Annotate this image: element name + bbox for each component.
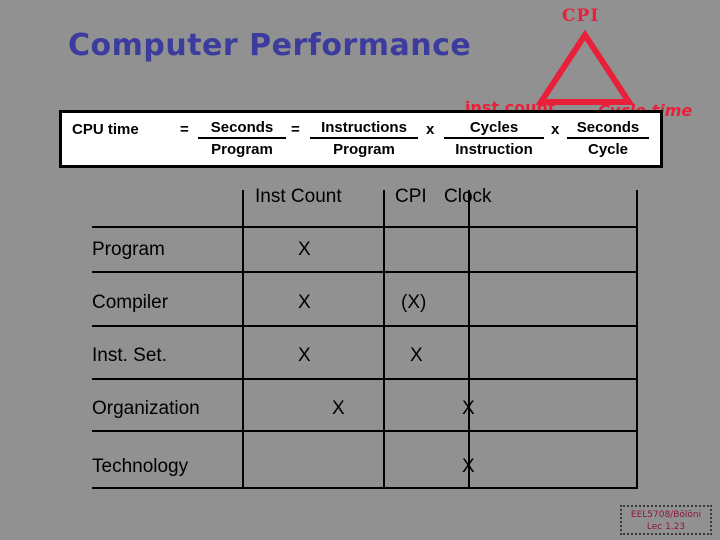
table-column-divider (468, 190, 470, 487)
footer-course-line: EEL5708/Bölöni (630, 510, 702, 520)
formula-equals-2: = (291, 121, 300, 138)
footer-lecture-line: Lec 1.23 (646, 522, 686, 532)
table-row-label-compiler: Compiler (92, 292, 169, 313)
formula-term2-numerator: Instructions (310, 119, 418, 139)
formula-term3-numerator: Cycles (444, 119, 544, 139)
cpi-apex-label: CPI (562, 6, 600, 26)
formula-term-instructions-per-program: Instructions Program (310, 119, 418, 158)
table-cell-compiler-cpi: (X) (401, 292, 427, 313)
table-rule (92, 271, 638, 273)
table-row-label-program: Program (92, 239, 165, 260)
formula-term-seconds-per-program: Seconds Program (198, 119, 286, 158)
factors-matrix: Inst Count CPI Clock Program X Compiler … (92, 182, 638, 489)
formula-term3-denominator: Instruction (455, 141, 533, 158)
table-rule (92, 378, 638, 380)
formula-times-2: x (551, 121, 560, 138)
table-column-divider (242, 190, 244, 487)
table-cell-inst-set-cpi: X (410, 345, 423, 366)
formula-equals-1: = (180, 121, 189, 138)
cpi-annotation-group: CPI inst count Cycle time (455, 2, 720, 122)
formula-times-1: x (426, 121, 435, 138)
table-cell-inst-set-inst-count: X (298, 345, 311, 366)
formula-term4-numerator: Seconds (567, 119, 649, 139)
cpu-time-formula-box: CPU time = Seconds Program = Instruction… (59, 110, 663, 168)
formula-term-seconds-per-cycle: Seconds Cycle (567, 119, 649, 158)
footer-stamp: EEL5708/Bölöni Lec 1.23 (620, 505, 712, 535)
table-row-label-inst-set: Inst. Set. (92, 345, 167, 366)
table-rule (92, 226, 638, 228)
table-column-divider (383, 190, 385, 487)
table-rule (92, 430, 638, 432)
formula-term2-denominator: Program (333, 141, 395, 158)
slide-canvas: Computer Performance CPI inst count Cycl… (0, 0, 720, 540)
table-column-header-inst-count: Inst Count (255, 186, 342, 207)
table-right-border (636, 190, 638, 487)
table-column-header-clock: Clock (444, 186, 492, 207)
table-rule (92, 487, 638, 489)
table-cell-compiler-inst-count: X (298, 292, 311, 313)
table-rule (92, 325, 638, 327)
table-column-header-cpi: CPI (395, 186, 427, 207)
formula-term1-denominator: Program (211, 141, 273, 158)
table-row-label-technology: Technology (92, 456, 189, 477)
formula-term-cycles-per-instruction: Cycles Instruction (444, 119, 544, 158)
triangle-icon (535, 30, 635, 105)
page-title: Computer Performance (68, 28, 472, 63)
table-row-label-organization: Organization (92, 398, 200, 419)
table-cell-program-inst-count: X (298, 239, 311, 260)
formula-lhs: CPU time (72, 121, 139, 138)
table-cell-organization-cpi: X (462, 398, 475, 419)
formula-term1-numerator: Seconds (198, 119, 286, 139)
table-cell-organization-inst-count: X (332, 398, 345, 419)
table-cell-technology-cpi: X (462, 456, 475, 477)
formula-term4-denominator: Cycle (587, 141, 629, 158)
